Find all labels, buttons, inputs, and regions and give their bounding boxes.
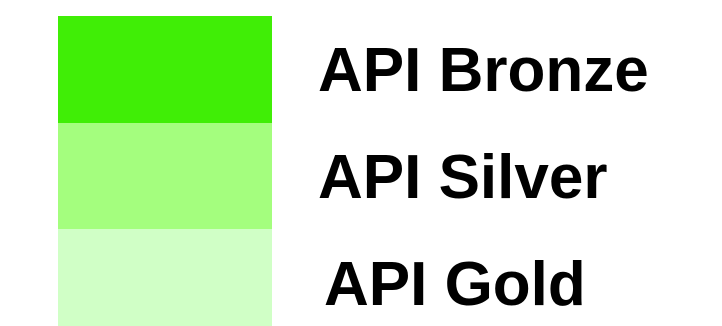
swatch-api-bronze [58, 16, 272, 123]
legend: API Bronze API Silver API Gold [0, 0, 722, 326]
legend-label-api-gold: API Gold [324, 250, 586, 319]
swatch-api-silver [58, 123, 272, 229]
legend-label-api-bronze: API Bronze [318, 36, 649, 105]
swatch-api-gold [58, 229, 272, 326]
legend-label-api-silver: API Silver [318, 143, 608, 212]
